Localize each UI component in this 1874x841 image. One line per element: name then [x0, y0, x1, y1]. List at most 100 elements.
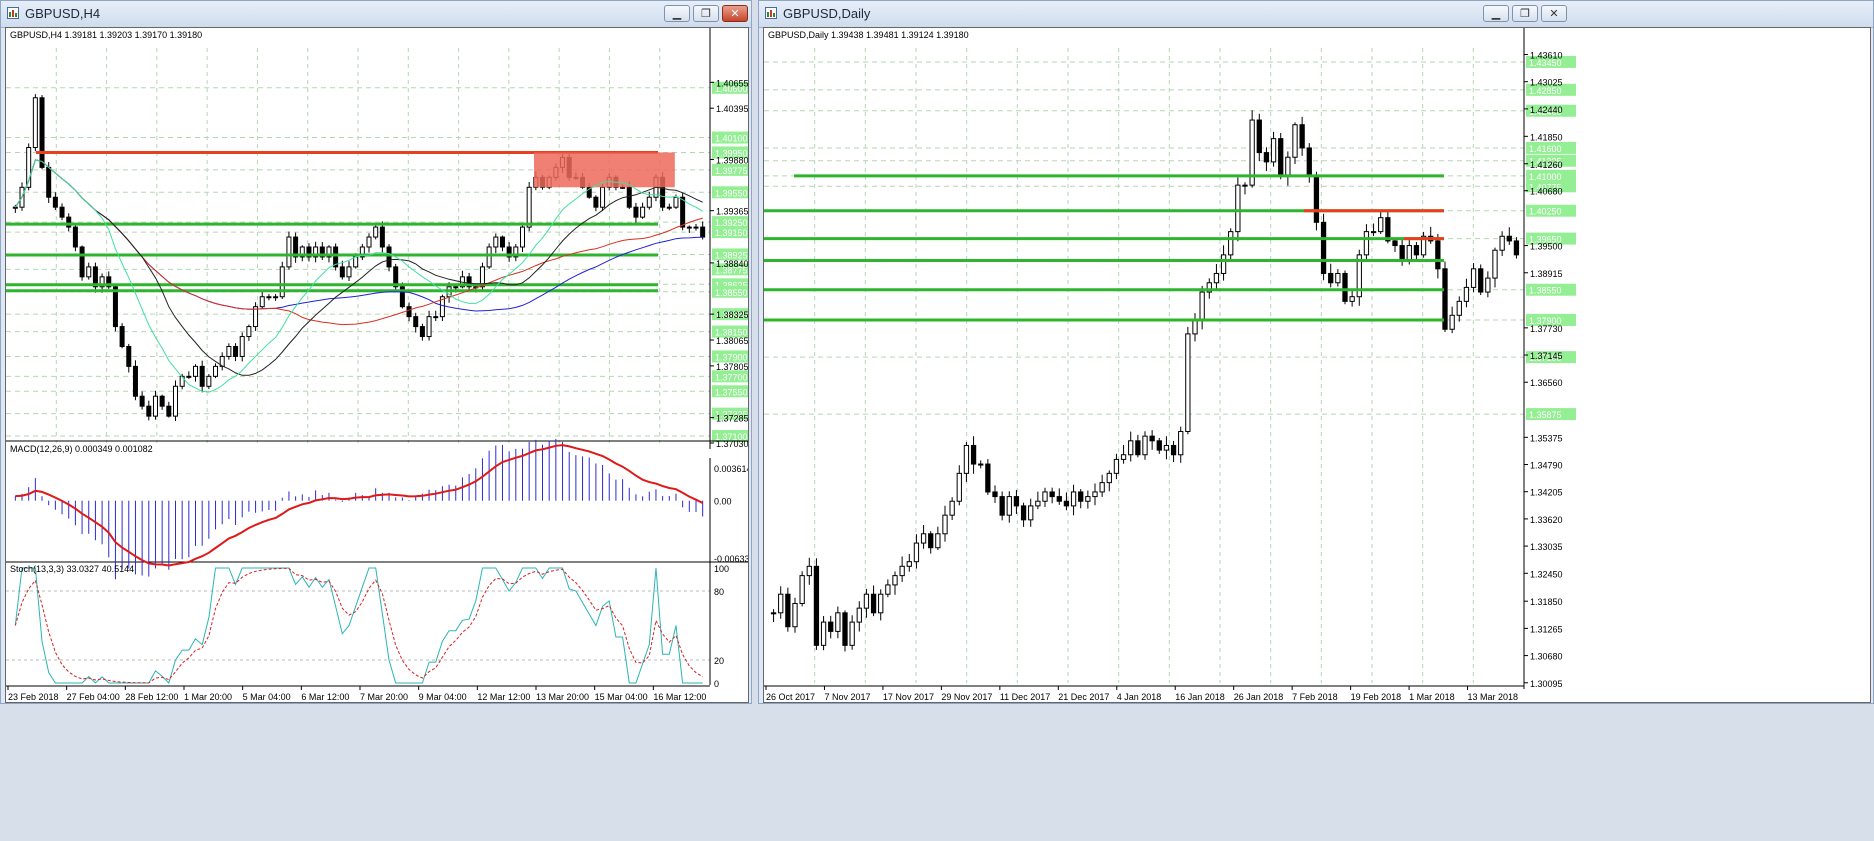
candle	[1228, 231, 1234, 256]
candle	[963, 444, 970, 474]
candle	[646, 196, 652, 208]
stoch-header: Stoch(13,3,3) 33.0327 40.5144	[10, 564, 134, 574]
candle	[992, 491, 998, 498]
window-titlebar[interactable]: GBPUSD,H4 ▁ ❐ ✕	[1, 1, 751, 28]
x-tick-label: 16 Jan 2018	[1175, 692, 1225, 702]
candle	[1085, 496, 1091, 502]
daily-chart-area[interactable]: 1.43450 1.42850 1.42400 1.41600 1.41325 1.410…	[763, 27, 1871, 703]
candle	[806, 565, 812, 577]
price-tag: 1.39775	[715, 166, 748, 176]
restore-button[interactable]: ❐	[693, 5, 719, 22]
candle	[593, 196, 599, 208]
candle	[870, 593, 877, 614]
candle	[686, 226, 692, 229]
candle	[666, 206, 672, 209]
price-tag: 1.37550	[715, 387, 748, 397]
price-tag: 1.39150	[715, 228, 748, 238]
candle	[366, 236, 372, 248]
y-tick-label: 1.30680	[1530, 652, 1563, 662]
candle	[1099, 482, 1105, 493]
candle	[1199, 291, 1205, 321]
price-tag: 1.40250	[1529, 207, 1562, 217]
candle	[1056, 496, 1062, 502]
candle	[1492, 249, 1498, 279]
minimize-button[interactable]: ▁	[1483, 5, 1509, 22]
price-tag: 1.40100	[715, 134, 748, 144]
candle	[1242, 184, 1248, 187]
candle	[1192, 319, 1198, 335]
y-tick-label: 1.38065	[716, 336, 749, 346]
y-tick-label: 1.30095	[1530, 679, 1563, 689]
chart-window-icon	[765, 7, 777, 19]
y-tick-label: 1.40680	[1530, 187, 1563, 197]
candle	[152, 395, 158, 417]
candle	[1485, 277, 1491, 293]
x-tick-label: 7 Nov 2017	[824, 692, 870, 702]
candle	[139, 395, 145, 407]
candle	[949, 500, 955, 516]
window-titlebar[interactable]: GBPUSD,Daily ▁ ❐ ✕	[759, 1, 1873, 28]
y-tick-label: 1.39880	[716, 155, 749, 165]
y-tick-label: 1.41260	[1530, 160, 1563, 170]
candle	[913, 542, 920, 563]
candle	[1263, 152, 1270, 163]
candle	[46, 166, 52, 198]
close-button[interactable]: ✕	[1541, 5, 1567, 22]
h4-chart-area[interactable]: 1.40600 1.40100 1.39950 1.39775 1.39550 1.392…	[5, 27, 749, 703]
y-tick-label: 1.33620	[1530, 515, 1563, 525]
candle	[1392, 240, 1398, 247]
candle	[386, 246, 392, 268]
candle	[928, 533, 934, 549]
close-button[interactable]: ✕	[722, 5, 748, 22]
candle	[146, 405, 152, 417]
chart-window-icon	[7, 7, 19, 19]
candle	[39, 97, 45, 168]
chart-window-h4[interactable]: GBPUSD,H4 ▁ ❐ ✕ 1.40600 1.40100 1.39950 1.3…	[0, 0, 752, 704]
candle	[406, 306, 412, 318]
y-tick-label: 1.43025	[1530, 78, 1563, 88]
x-tick-label: 16 Mar 12:00	[653, 692, 706, 702]
candle	[86, 266, 92, 278]
candle	[353, 256, 359, 268]
macd-tick-label: -0.006335	[714, 554, 749, 564]
candle	[1042, 491, 1048, 502]
x-tick-label: 12 Mar 12:00	[477, 692, 530, 702]
x-tick-label: 15 Mar 04:00	[595, 692, 648, 702]
candle	[799, 575, 805, 605]
candle	[1063, 500, 1070, 507]
candle	[673, 196, 679, 208]
candle	[935, 533, 941, 549]
candle	[899, 565, 905, 577]
chart-window-daily[interactable]: GBPUSD,Daily ▁ ❐ ✕ 1.43450 1.42850 1.42400…	[758, 0, 1874, 704]
candle	[1163, 444, 1170, 451]
candle	[693, 226, 699, 229]
restore-button[interactable]: ❐	[1512, 5, 1538, 22]
candle	[999, 496, 1005, 516]
candle	[1006, 496, 1012, 516]
candle	[985, 463, 991, 493]
candle	[1499, 235, 1505, 251]
candle	[132, 365, 138, 397]
candle	[426, 316, 432, 338]
candle	[199, 365, 205, 387]
y-tick-label: 1.39500	[1530, 242, 1563, 252]
candle	[59, 206, 65, 218]
candle	[499, 236, 505, 248]
candle	[1313, 175, 1320, 223]
y-tick-label: 1.33035	[1530, 542, 1563, 552]
candle	[1478, 268, 1484, 293]
candle	[978, 463, 984, 466]
candle	[863, 593, 870, 609]
stoch-main-line	[14, 567, 703, 684]
x-tick-label: 26 Oct 2017	[766, 692, 815, 702]
candle	[253, 306, 259, 328]
candle	[1135, 440, 1141, 456]
macd-tick-label: 0.003614	[714, 464, 749, 474]
x-tick-label: 11 Dec 2017	[1000, 692, 1050, 702]
x-tick-label: 29 Nov 2017	[941, 692, 992, 702]
y-tick-label: 1.43610	[1530, 51, 1563, 61]
minimize-button[interactable]: ▁	[664, 5, 690, 22]
y-tick-label: 1.38325	[716, 310, 749, 320]
candle	[1335, 272, 1341, 284]
ma-cyan-line	[14, 159, 703, 393]
